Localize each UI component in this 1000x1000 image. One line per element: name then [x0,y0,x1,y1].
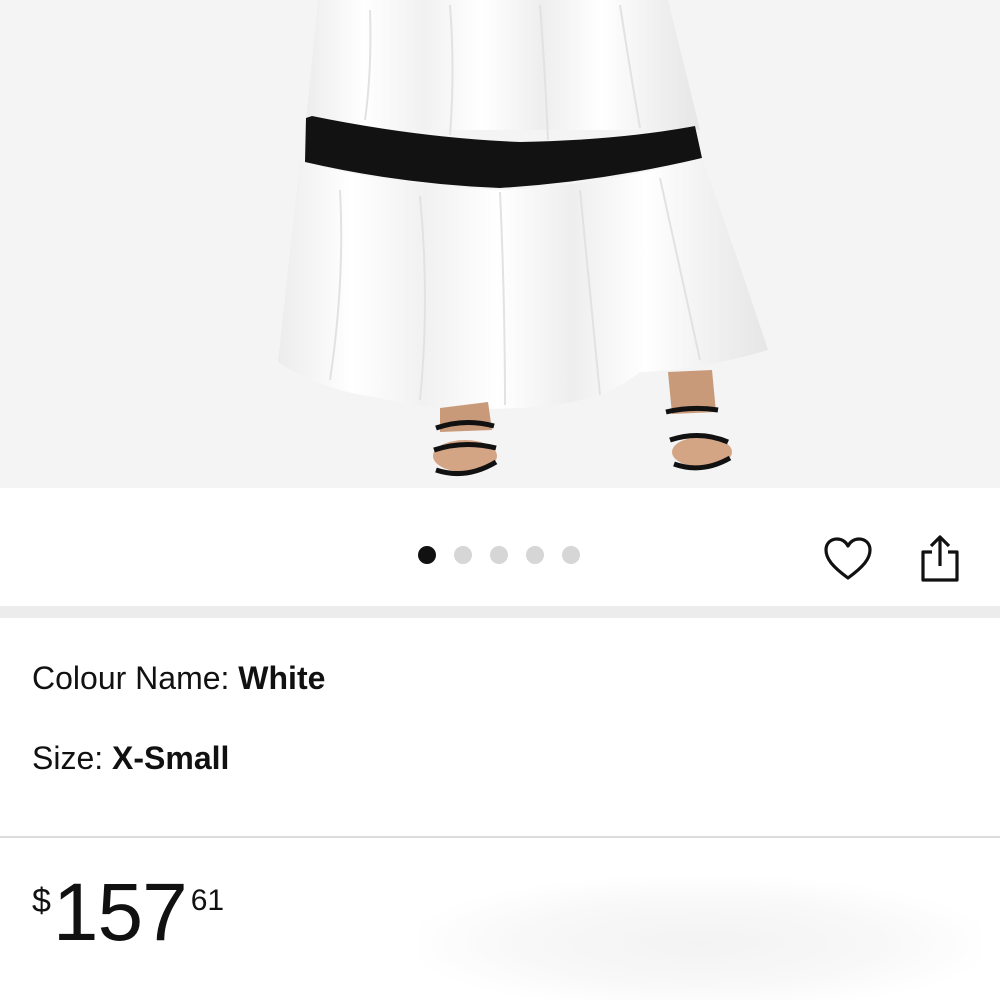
carousel-row [0,488,1000,606]
carousel-dot[interactable] [526,546,544,564]
carousel-dot[interactable] [490,546,508,564]
price-fraction: 61 [190,884,225,917]
section-separator [0,606,1000,618]
skirt-photo [0,0,1000,488]
wishlist-button[interactable] [818,529,878,589]
carousel-dot[interactable] [562,546,580,564]
price-background-shade [420,878,980,1000]
price-whole: 157 [52,867,188,958]
price-currency-symbol: $ [32,882,51,920]
share-button[interactable] [910,529,970,589]
colour-value: White [238,660,326,696]
size-row[interactable]: Size: X-Small [32,740,229,777]
colour-name-row[interactable]: Colour Name: White [32,660,325,697]
price-section: $ 157 61 [0,838,1000,1000]
product-image[interactable] [0,0,1000,488]
carousel-dot[interactable] [454,546,472,564]
share-icon [921,535,959,582]
size-label: Size: [32,740,113,776]
price: $ 157 61 [32,872,224,954]
carousel-dot[interactable] [418,546,436,564]
colour-label: Colour Name: [32,660,239,696]
carousel-dots[interactable] [418,546,580,564]
size-value: X-Small [112,740,230,776]
variation-details: Colour Name: White Size: X-Small [0,618,1000,836]
heart-outline-icon [824,537,872,580]
